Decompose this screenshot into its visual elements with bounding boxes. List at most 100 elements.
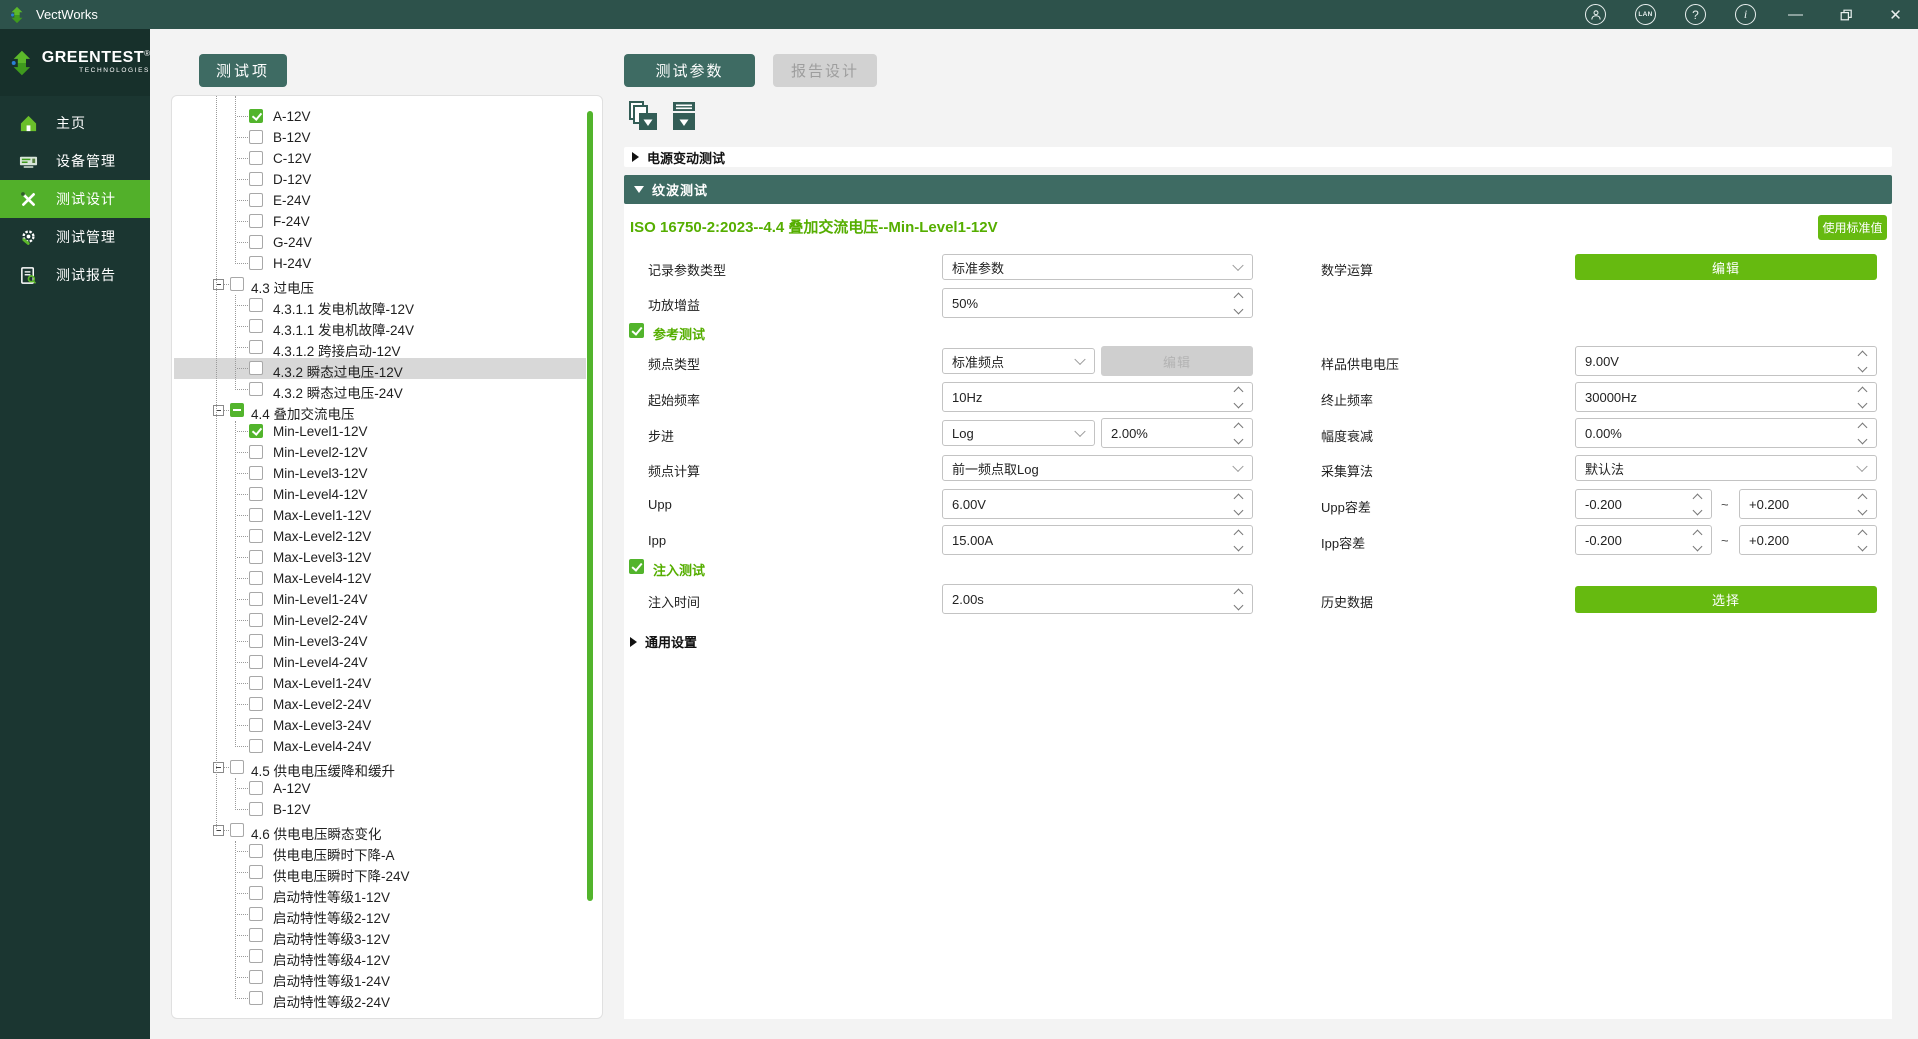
ipp-tol-max-spinner[interactable]: +0.200 — [1739, 525, 1877, 555]
gain-spinner[interactable]: 50% — [942, 288, 1253, 318]
spinner-arrows-icon[interactable] — [1855, 490, 1869, 518]
upp-tol-max-spinner[interactable]: +0.200 — [1739, 489, 1877, 519]
spinner-arrows-icon[interactable] — [1690, 490, 1704, 518]
upp-tol-min-spinner[interactable]: -0.200 — [1575, 489, 1712, 519]
spinner-arrows-icon[interactable] — [1855, 419, 1869, 447]
tree-item-checkbox[interactable] — [249, 445, 263, 459]
freq-type-dropdown[interactable]: 标准频点 — [942, 348, 1095, 374]
tree-item-checkbox[interactable] — [249, 508, 263, 522]
spinner-arrows-icon[interactable] — [1231, 490, 1245, 518]
spinner-arrows-icon[interactable] — [1690, 526, 1704, 554]
spinner-arrows-icon[interactable] — [1231, 383, 1245, 411]
tree-item-checkbox[interactable] — [249, 172, 263, 186]
tree-item-checkbox[interactable] — [230, 403, 244, 417]
tree-collapse-icon[interactable] — [213, 279, 224, 290]
tree-item-checkbox[interactable] — [249, 802, 263, 816]
math-edit-button[interactable]: 编辑 — [1575, 254, 1877, 280]
account-icon[interactable] — [1585, 4, 1606, 25]
upp-spinner[interactable]: 6.00V — [942, 489, 1253, 519]
tree-item-checkbox[interactable] — [249, 256, 263, 270]
sidebar-item-test-manage[interactable]: 测试管理 — [0, 218, 150, 256]
document-download-icon[interactable] — [668, 100, 701, 133]
tree-item-checkbox[interactable] — [230, 823, 244, 837]
tree-item-checkbox[interactable] — [249, 634, 263, 648]
section-power-variation[interactable]: 电源变动测试 — [624, 147, 1892, 167]
tree-item-checkbox[interactable] — [249, 970, 263, 984]
lan-globe-icon[interactable]: LAN — [1635, 4, 1656, 25]
tree-collapse-icon[interactable] — [213, 825, 224, 836]
tree-item-checkbox[interactable] — [249, 319, 263, 333]
spinner-arrows-icon[interactable] — [1231, 585, 1245, 613]
tree-collapse-icon[interactable] — [213, 762, 224, 773]
inject-time-spinner[interactable]: 2.00s — [942, 584, 1253, 614]
tree-item-checkbox[interactable] — [249, 235, 263, 249]
close-icon[interactable]: ✕ — [1885, 4, 1906, 25]
tree-header-button[interactable]: 测试项 — [199, 54, 287, 87]
history-select-button[interactable]: 选择 — [1575, 586, 1877, 613]
ipp-tol-min-spinner[interactable]: -0.200 — [1575, 525, 1712, 555]
tree-item-checkbox[interactable] — [249, 907, 263, 921]
tree-item-checkbox[interactable] — [249, 382, 263, 396]
spinner-arrows-icon[interactable] — [1231, 526, 1245, 554]
sidebar-item-test-design[interactable]: 测试设计 — [0, 180, 150, 218]
tree-item-checkbox[interactable] — [249, 928, 263, 942]
tree-row[interactable]: 4.5 供电电压缓降和缓升 — [174, 757, 586, 778]
tree-item-checkbox[interactable] — [249, 613, 263, 627]
tree-item-checkbox[interactable] — [249, 298, 263, 312]
tree-item-checkbox[interactable] — [249, 718, 263, 732]
tree-item-checkbox[interactable] — [249, 571, 263, 585]
step-mode-dropdown[interactable]: Log — [942, 420, 1095, 446]
start-freq-spinner[interactable]: 10Hz — [942, 382, 1253, 412]
minimize-icon[interactable]: — — [1785, 4, 1806, 25]
tree-item-checkbox[interactable] — [249, 130, 263, 144]
tree-item-checkbox[interactable] — [230, 760, 244, 774]
tree-item-checkbox[interactable] — [249, 361, 263, 375]
spinner-arrows-icon[interactable] — [1855, 383, 1869, 411]
tree-row[interactable]: 4.4 叠加交流电压 — [174, 400, 586, 421]
tree-item-checkbox[interactable] — [249, 697, 263, 711]
sample-voltage-spinner[interactable]: 9.00V — [1575, 346, 1877, 376]
tree-item-checkbox[interactable] — [249, 214, 263, 228]
algorithm-dropdown[interactable]: 默认法 — [1575, 455, 1877, 481]
step-value-spinner[interactable]: 2.00% — [1101, 418, 1253, 448]
freq-calc-dropdown[interactable]: 前一频点取Log — [942, 455, 1253, 481]
tree-row[interactable]: 4.6 供电电压瞬态变化 — [174, 820, 586, 841]
tree-item-checkbox[interactable] — [249, 592, 263, 606]
tab-test-params[interactable]: 测试参数 — [624, 54, 755, 87]
tree-item-checkbox[interactable] — [249, 487, 263, 501]
section-general-settings[interactable]: 通用设置 — [630, 632, 697, 651]
tree-collapse-icon[interactable] — [213, 405, 224, 416]
spinner-arrows-icon[interactable] — [1855, 347, 1869, 375]
restore-icon[interactable] — [1835, 4, 1856, 25]
tree-item-checkbox[interactable] — [249, 529, 263, 543]
tree-item-checkbox[interactable] — [230, 277, 244, 291]
attenuation-spinner[interactable]: 0.00% — [1575, 418, 1877, 448]
tree-row[interactable]: 4.3 过电压 — [174, 274, 586, 295]
tree-item-checkbox[interactable] — [249, 340, 263, 354]
spinner-arrows-icon[interactable] — [1855, 526, 1869, 554]
sidebar-item-home[interactable]: 主页 — [0, 104, 150, 142]
tree-item-checkbox[interactable] — [249, 193, 263, 207]
tree-item-checkbox[interactable] — [249, 109, 263, 123]
info-icon[interactable]: i — [1735, 4, 1756, 25]
tree-item-checkbox[interactable] — [249, 886, 263, 900]
spinner-arrows-icon[interactable] — [1231, 289, 1245, 317]
tree-item-checkbox[interactable] — [249, 865, 263, 879]
sidebar-item-devices[interactable]: 设备管理 — [0, 142, 150, 180]
end-freq-spinner[interactable]: 30000Hz — [1575, 382, 1877, 412]
inject-test-checkbox[interactable] — [629, 559, 644, 574]
section-ripple-test[interactable]: 纹波测试 — [624, 175, 1892, 204]
spinner-arrows-icon[interactable] — [1231, 419, 1245, 447]
use-standard-button[interactable]: 使用标准值 — [1818, 215, 1887, 240]
tree-item-checkbox[interactable] — [249, 844, 263, 858]
tree-item-checkbox[interactable] — [249, 466, 263, 480]
tree-item-checkbox[interactable] — [249, 655, 263, 669]
help-icon[interactable]: ? — [1685, 4, 1706, 25]
pages-download-icon[interactable] — [627, 100, 660, 133]
ref-test-checkbox[interactable] — [629, 323, 644, 338]
tree-item-checkbox[interactable] — [249, 781, 263, 795]
tree-item-checkbox[interactable] — [249, 151, 263, 165]
tree-item-checkbox[interactable] — [249, 424, 263, 438]
tree-item-checkbox[interactable] — [249, 991, 263, 1005]
tree-item-checkbox[interactable] — [249, 550, 263, 564]
